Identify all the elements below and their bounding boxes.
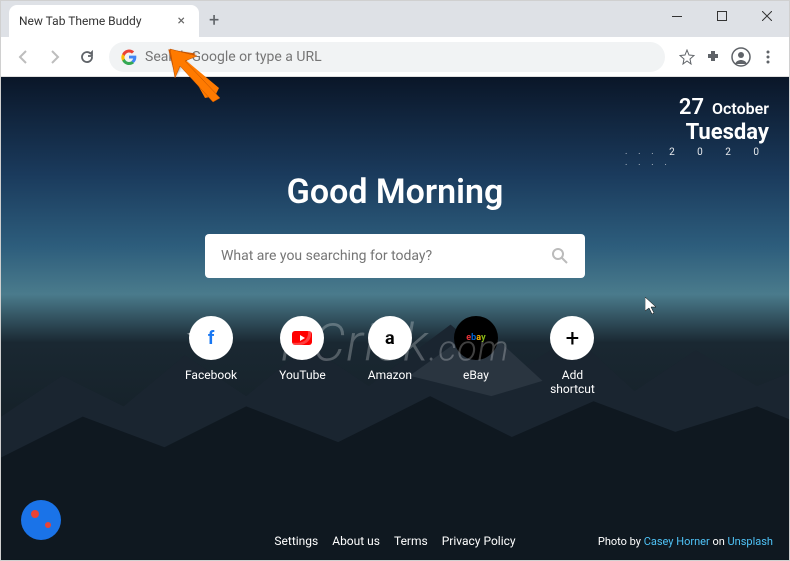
minimize-button[interactable] [654,1,699,31]
reload-icon [79,49,95,65]
search-icon[interactable] [551,247,569,265]
maximize-icon [717,11,727,21]
page-content: · · ·· · · · 27 October Tuesday 2 0 2 0 … [1,77,789,560]
shortcuts-row: f Facebook YouTube a Amazon ebay eBay + [185,316,605,396]
page-search-input[interactable] [221,248,551,264]
stars-decoration: · · ·· · · · [625,149,671,171]
date-day: 27 [679,95,704,120]
toolbar-actions [673,47,781,67]
browser-toolbar [1,37,789,77]
back-button[interactable] [9,43,37,71]
plus-icon: + [550,316,594,360]
shortcut-label: Add shortcut [540,368,605,396]
page-search-box[interactable] [205,234,585,278]
shortcut-ebay[interactable]: ebay eBay [454,316,498,396]
browser-window: New Tab Theme Buddy × + [0,0,790,561]
date-month: October [712,99,769,118]
bookmark-star-icon[interactable] [679,49,695,65]
window-controls [654,1,789,31]
shortcut-label: eBay [463,368,489,382]
shortcut-label: YouTube [279,368,326,382]
youtube-icon [280,316,324,360]
tab-title: New Tab Theme Buddy [19,14,142,28]
photo-credit: Photo by Casey Horner on Unsplash [598,535,773,548]
back-arrow-icon [15,49,31,65]
google-icon [121,49,137,65]
credit-source-link[interactable]: Unsplash [728,535,773,548]
omnibox-input[interactable] [145,49,653,65]
titlebar: New Tab Theme Buddy × + [1,1,789,37]
close-icon [762,11,772,21]
tab-close-button[interactable]: × [174,11,189,31]
profile-avatar-icon[interactable] [731,47,751,67]
forward-button[interactable] [41,43,69,71]
shortcut-youtube[interactable]: YouTube [279,316,326,396]
reload-button[interactable] [73,43,101,71]
shortcut-amazon[interactable]: a Amazon [368,316,412,396]
customize-fab[interactable] [21,500,61,540]
menu-dots-icon[interactable] [761,50,775,64]
footer-link-privacy[interactable]: Privacy Policy [442,534,516,548]
date-weekday: Tuesday [669,120,769,145]
shortcut-label: Facebook [185,368,237,382]
ebay-icon: ebay [454,316,498,360]
center-panel: Good Morning f Facebook YouTube a Amazon [185,172,605,396]
address-bar[interactable] [109,42,665,72]
new-tab-button[interactable]: + [199,4,229,37]
browser-tab[interactable]: New Tab Theme Buddy × [9,5,199,37]
amazon-icon: a [368,316,412,360]
minimize-icon [672,16,682,17]
shortcut-add[interactable]: + Add shortcut [540,316,605,396]
footer-link-about[interactable]: About us [332,534,380,548]
shortcut-label: Amazon [368,368,412,382]
date-year: 2 0 2 0 [669,147,769,158]
footer-links: Settings About us Terms Privacy Policy [274,534,515,548]
maximize-button[interactable] [699,1,744,31]
date-widget: 27 October Tuesday 2 0 2 0 [669,95,769,158]
footer-link-terms[interactable]: Terms [394,534,428,548]
forward-arrow-icon [47,49,63,65]
extensions-icon[interactable] [705,49,721,65]
footer-link-settings[interactable]: Settings [274,534,318,548]
greeting-text: Good Morning [185,172,605,212]
credit-author-link[interactable]: Casey Horner [644,535,710,548]
close-window-button[interactable] [744,1,789,31]
comet-decoration: ✦ [186,327,198,343]
